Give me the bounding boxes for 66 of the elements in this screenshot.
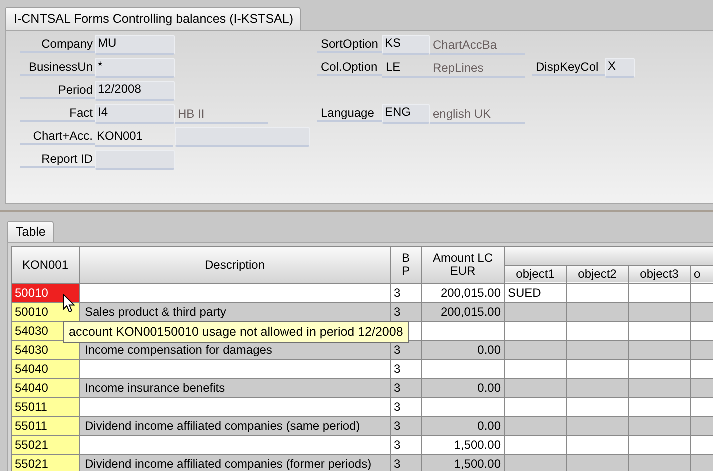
table-cell: [504, 416, 566, 436]
table-cell: [628, 302, 690, 322]
field-value: LE: [382, 58, 430, 78]
table-cell: Sales product & third party: [80, 302, 390, 322]
table-cell: 200,015.00: [422, 302, 504, 322]
table-cell: 3: [390, 416, 422, 436]
table-cell: [504, 378, 566, 398]
table-cell: [566, 454, 628, 471]
tab[interactable]: I-CNTSAL Forms Controlling balances (I-KSTSAL): [5, 7, 302, 30]
field-description: ChartAccBa: [430, 35, 525, 55]
field-value: KON001: [95, 127, 173, 147]
table-cell: 54030: [12, 340, 80, 360]
cursor-icon: [63, 294, 75, 313]
table-cell: [566, 416, 628, 436]
input-field[interactable]: KS: [382, 35, 430, 55]
table-cell: 0.00: [422, 416, 504, 436]
table-cell: 54040: [12, 378, 80, 398]
table-cell: [566, 302, 628, 322]
table-cell: 55021: [12, 454, 80, 471]
table-cell: 3: [390, 378, 422, 398]
table-cell: Income insurance benefits: [80, 378, 390, 398]
table-cell: 55011: [12, 398, 80, 416]
field-description: HB II: [175, 104, 268, 124]
input-field[interactable]: X: [605, 58, 635, 78]
input-field[interactable]: [95, 150, 175, 170]
table-cell: 3: [390, 454, 422, 471]
table-cell: [628, 378, 690, 398]
input-field[interactable]: 12/2008: [95, 81, 175, 101]
table-cell: [628, 416, 690, 436]
table-cell: 0.00: [422, 378, 504, 398]
input-field[interactable]: MU: [95, 35, 175, 55]
table-cell: 50010: [12, 284, 80, 302]
tab[interactable]: Table: [7, 221, 54, 242]
table-cell: 55021: [12, 436, 80, 454]
table-cell: 55011: [12, 416, 80, 436]
table-cell: 3: [390, 302, 422, 322]
field-label: Chart+Acc.: [20, 127, 95, 145]
table-cell: [566, 378, 628, 398]
column-header[interactable]: o: [690, 265, 713, 284]
column-header[interactable]: object3: [628, 265, 690, 284]
table-cell: [628, 340, 690, 360]
column-header[interactable]: object1: [504, 265, 566, 284]
field-description: english UK: [430, 104, 525, 124]
field-description: RepLines: [430, 58, 525, 78]
table-cell: [628, 454, 690, 471]
column-header[interactable]: KON001: [12, 246, 80, 284]
table-cell: [504, 340, 566, 360]
table-cell: 1,500.00: [422, 454, 504, 471]
table-cell: [504, 302, 566, 322]
column-header[interactable]: Amount LC EUR: [422, 246, 504, 284]
tooltip: account KON00150010 usage not allowed in period 12/2008: [63, 321, 410, 343]
table-cell: [504, 454, 566, 471]
field-label: Col.Option: [317, 58, 382, 76]
table-cell: Dividend income affiliated companies (same period): [80, 416, 390, 436]
table-cell: [566, 340, 628, 360]
input-field[interactable]: [175, 127, 310, 147]
table-cell: Dividend income affiliated companies (former periods): [80, 454, 390, 471]
input-field[interactable]: ENG: [382, 104, 430, 124]
input-field[interactable]: *: [95, 58, 175, 78]
column-header[interactable]: object2: [566, 265, 628, 284]
input-field[interactable]: I4: [95, 104, 175, 124]
table-cell: 54040: [12, 360, 80, 378]
column-header[interactable]: Description: [80, 246, 390, 284]
table-cell: 50010: [12, 302, 80, 322]
column-header[interactable]: B P: [390, 246, 422, 284]
table-cell: 0.00: [422, 340, 504, 360]
